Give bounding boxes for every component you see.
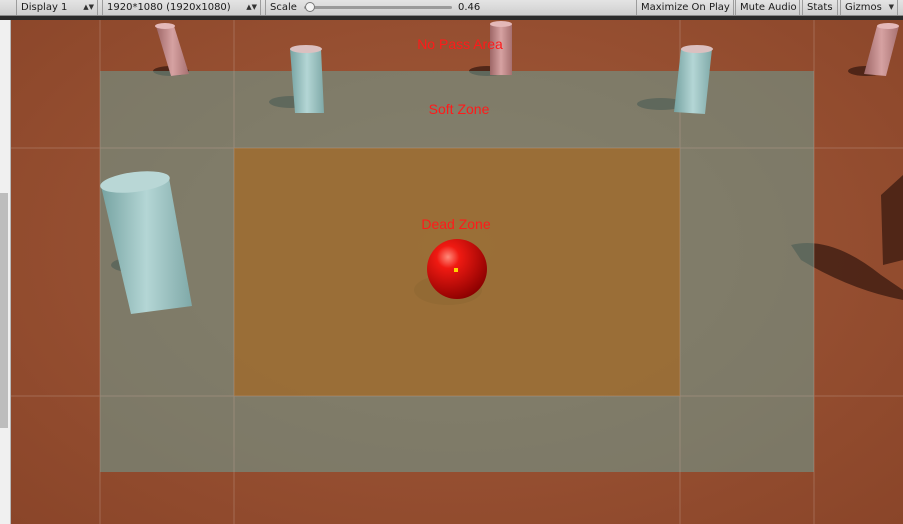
pillar-top-right xyxy=(864,23,899,76)
pillar-upper-left xyxy=(290,45,324,113)
display-label: Display 1 xyxy=(21,2,68,13)
gizmos-label: Gizmos xyxy=(845,2,882,13)
resolution-dropdown[interactable]: 1920*1080 (1920x1080) ▲▼ xyxy=(102,0,261,15)
player-ball xyxy=(427,239,487,299)
maximize-on-play-label: Maximize On Play xyxy=(641,2,730,13)
stats-toggle[interactable]: Stats xyxy=(802,0,838,15)
scale-slider-track[interactable] xyxy=(304,2,452,12)
resolution-label: 1920*1080 (1920x1080) xyxy=(107,2,231,13)
scale-slider-thumb[interactable] xyxy=(305,2,316,12)
gizmos-dropdown[interactable]: Gizmos ▼ xyxy=(840,0,898,15)
display-dropdown[interactable]: Display 1 ▲▼ xyxy=(16,0,98,15)
scale-value: 0.46 xyxy=(458,2,481,13)
yellow-dot-marker xyxy=(454,268,458,272)
soft-zone-label: Soft Zone xyxy=(428,101,490,117)
chevron-down-icon: ▲▼ xyxy=(246,3,257,11)
left-scrollbar[interactable] xyxy=(0,193,8,428)
chevron-down-icon: ▲▼ xyxy=(83,3,94,11)
scene-render xyxy=(11,20,903,524)
mute-audio-toggle[interactable]: Mute Audio xyxy=(735,0,800,15)
chevron-down-icon: ▼ xyxy=(888,3,894,11)
game-view-toolbar: Display 1 ▲▼ 1920*1080 (1920x1080) ▲▼ Sc… xyxy=(0,0,903,16)
no-pass-area-label: No Pass Area xyxy=(417,36,503,52)
mute-audio-label: Mute Audio xyxy=(740,2,797,13)
maximize-on-play-toggle[interactable]: Maximize On Play xyxy=(636,0,734,15)
stats-label: Stats xyxy=(807,2,833,13)
scale-control: Scale 0.46 xyxy=(265,0,487,15)
scale-label: Scale xyxy=(270,2,297,13)
dead-zone-label: Dead Zone xyxy=(421,216,491,232)
game-viewport[interactable]: No Pass Area Soft Zone Dead Zone xyxy=(11,20,903,524)
